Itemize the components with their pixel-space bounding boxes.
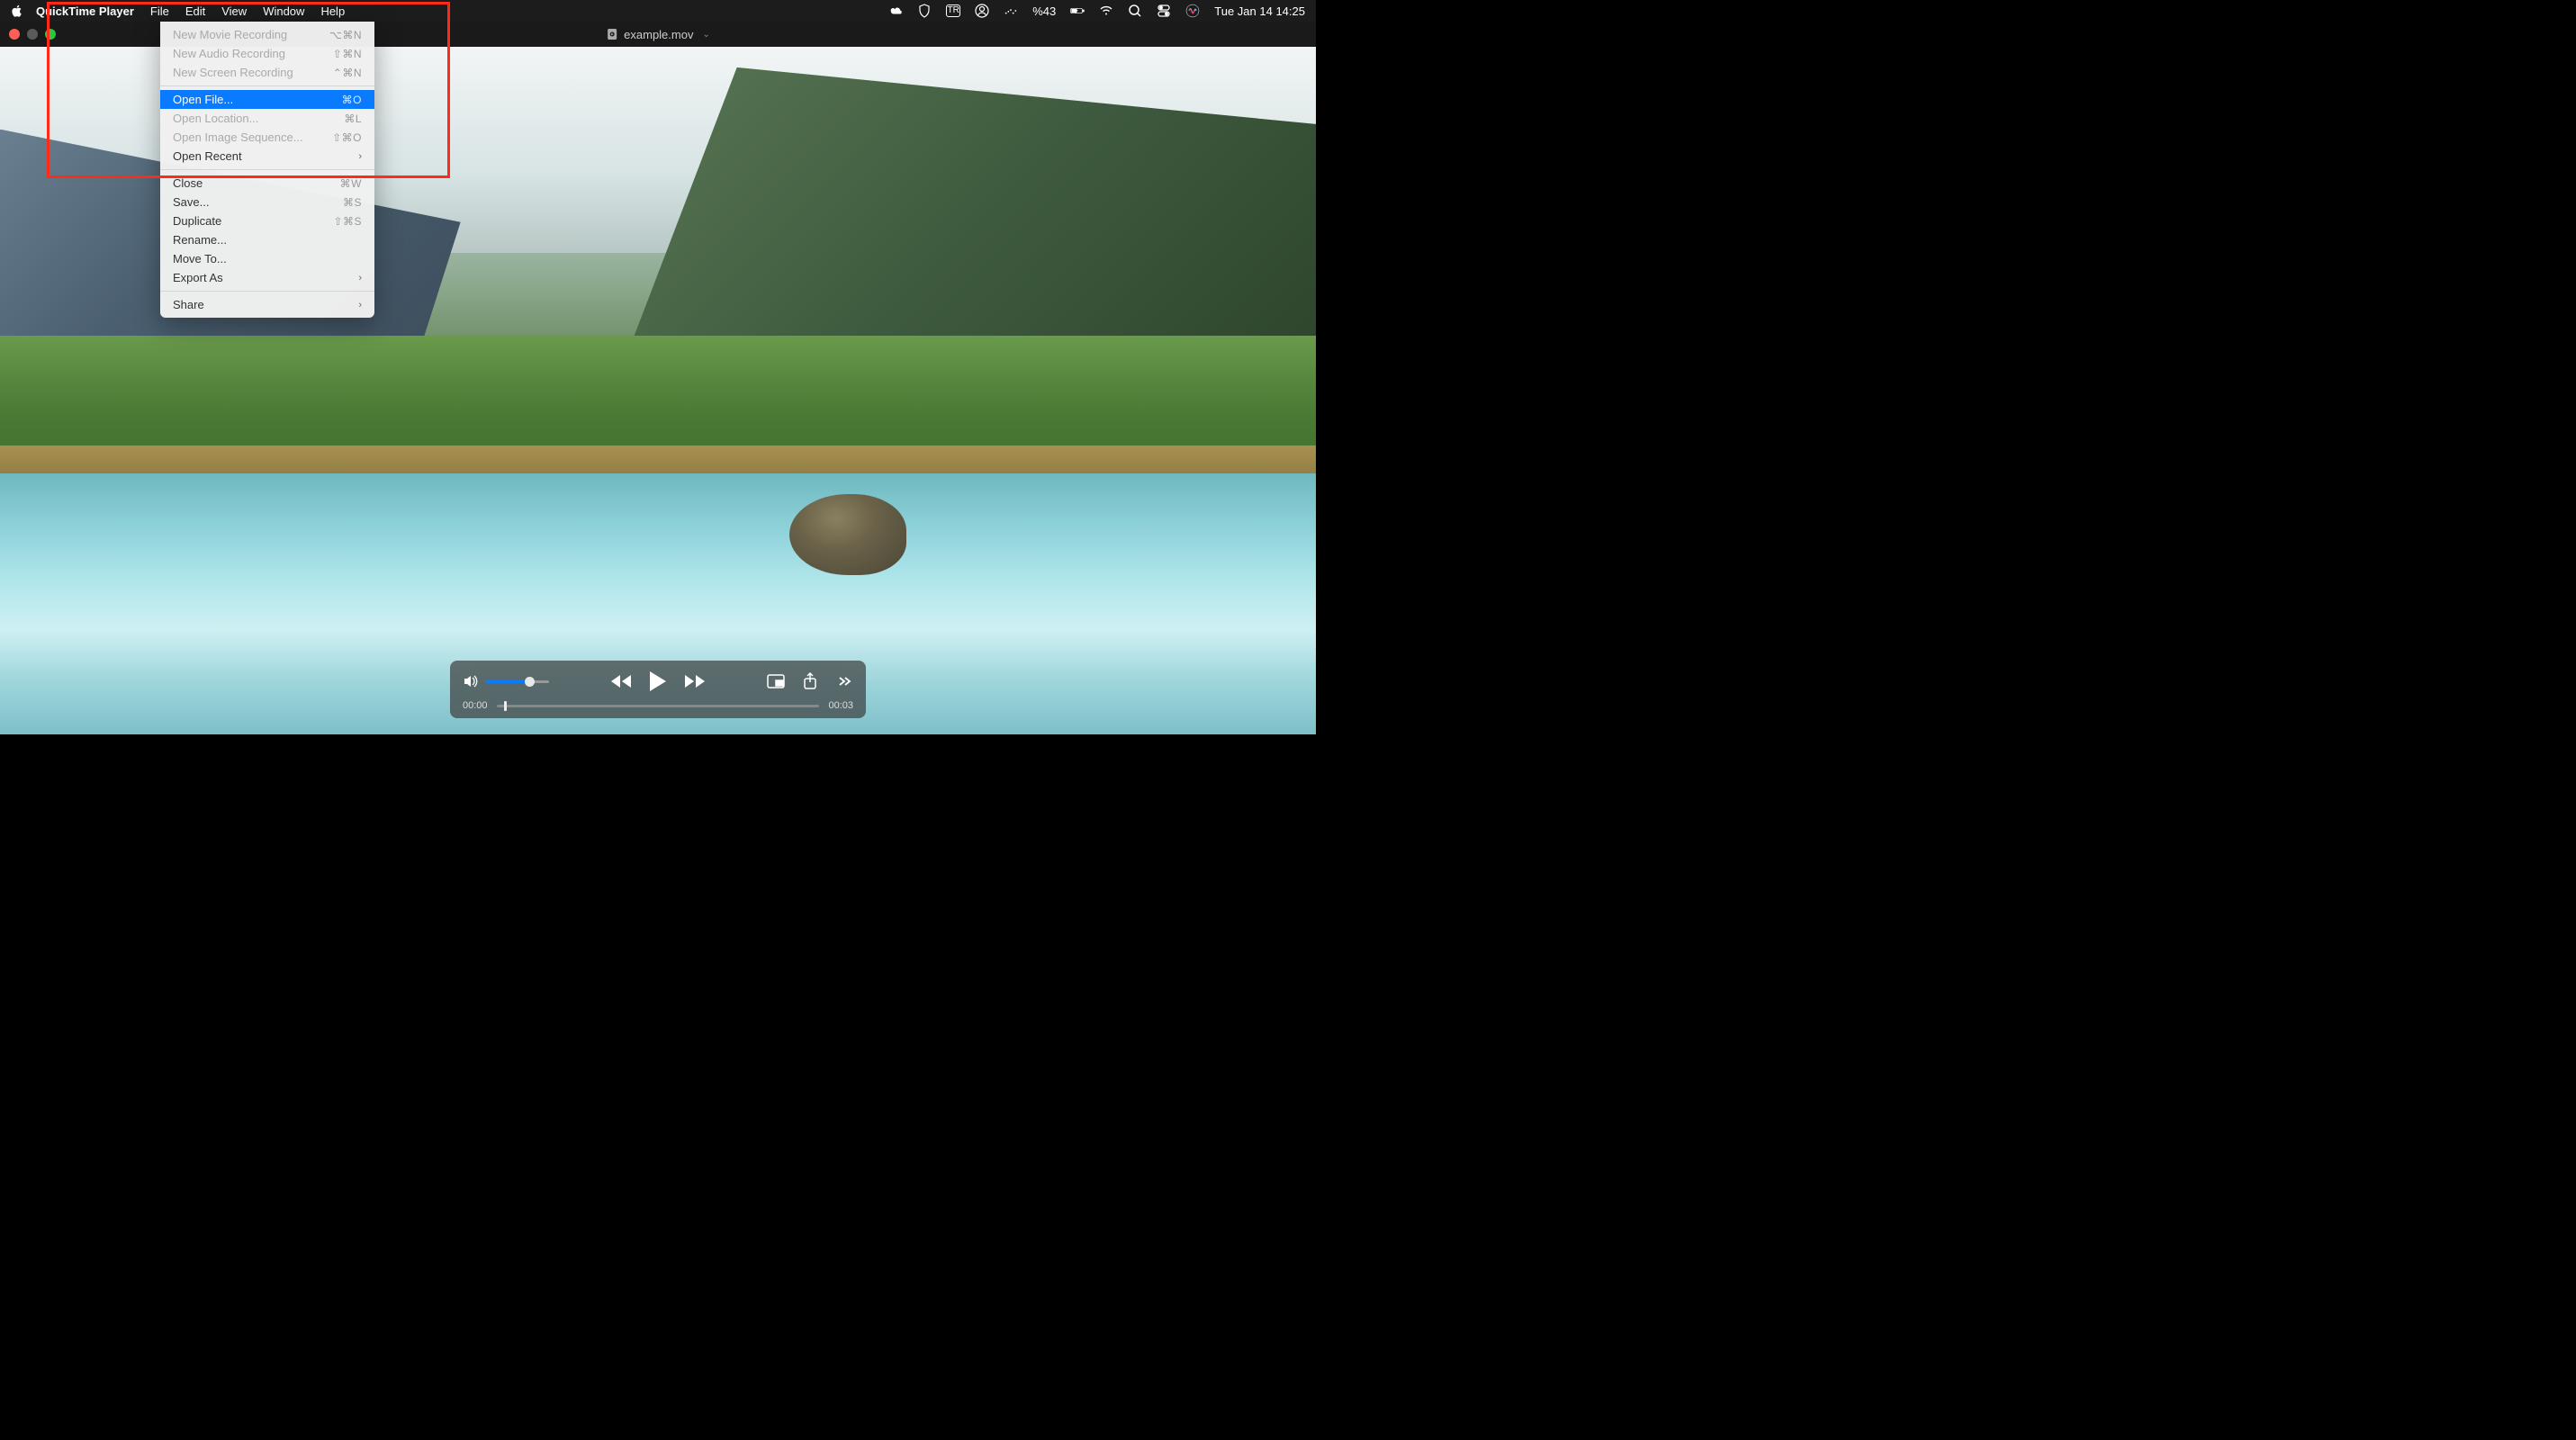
volume-icon[interactable]	[463, 674, 479, 688]
search-icon[interactable]	[1128, 4, 1142, 18]
more-button[interactable]	[835, 675, 853, 688]
menu-item-label: Rename...	[173, 233, 227, 247]
siri-icon[interactable]	[1185, 4, 1200, 18]
timeline-row: 00:00 00:03	[463, 700, 853, 711]
playback-controls: 00:00 00:03	[450, 661, 866, 718]
chevron-right-icon: ›	[358, 151, 362, 162]
menu-item-shortcut: ⌘S	[343, 196, 362, 209]
chevron-right-icon: ›	[358, 300, 362, 310]
menu-item-shortcut: ⌘W	[340, 177, 362, 190]
shield-icon[interactable]	[917, 4, 932, 18]
menu-item-save[interactable]: Save... ⌘S	[160, 193, 374, 212]
menu-item-label: Open Recent	[173, 149, 242, 163]
menu-item-label: Share	[173, 298, 204, 311]
menu-item-new-screen-recording[interactable]: New Screen Recording ⌃⌘N	[160, 63, 374, 82]
control-center-icon[interactable]	[1157, 4, 1171, 18]
menu-item-open-recent[interactable]: Open Recent ›	[160, 147, 374, 166]
menu-item-shortcut: ⌃⌘N	[333, 67, 362, 79]
play-button[interactable]	[647, 670, 669, 693]
menu-item-shortcut: ⌘O	[342, 94, 362, 106]
menu-item-label: Save...	[173, 195, 209, 209]
display-icon[interactable]	[1004, 4, 1018, 18]
cloud-icon[interactable]	[888, 4, 903, 18]
traffic-lights	[9, 29, 56, 40]
user-icon[interactable]	[975, 4, 989, 18]
menu-item-shortcut: ⌥⌘N	[329, 29, 362, 41]
menu-window[interactable]: Window	[263, 4, 304, 18]
menu-item-shortcut: ⌘L	[344, 112, 362, 125]
datetime[interactable]: Tue Jan 14 14:25	[1214, 4, 1305, 18]
title-filename-group[interactable]: example.mov ⌄	[606, 28, 710, 41]
menu-item-new-movie-recording[interactable]: New Movie Recording ⌥⌘N	[160, 25, 374, 44]
volume-group	[463, 674, 549, 688]
menu-item-label: Export As	[173, 271, 223, 284]
timeline-scrubber[interactable]	[497, 705, 820, 707]
secondary-controls	[767, 672, 853, 690]
transport-controls	[609, 670, 707, 693]
chevron-right-icon: ›	[358, 273, 362, 284]
apple-logo-icon[interactable]	[11, 4, 23, 17]
filename-label: example.mov	[624, 28, 693, 41]
duration-label: 00:03	[828, 700, 853, 711]
menu-item-label: Open Image Sequence...	[173, 130, 303, 144]
input-source-icon[interactable]: TR	[946, 4, 960, 17]
pip-button[interactable]	[767, 674, 785, 688]
rewind-button[interactable]	[609, 673, 633, 689]
menu-item-open-file[interactable]: Open File... ⌘O	[160, 90, 374, 109]
menu-item-shortcut: ⇧⌘N	[333, 48, 362, 60]
menu-item-label: Duplicate	[173, 214, 221, 228]
file-dropdown-menu: New Movie Recording ⌥⌘N New Audio Recordin…	[160, 22, 374, 318]
zoom-window-button[interactable]	[45, 29, 56, 40]
menu-view[interactable]: View	[221, 4, 247, 18]
menu-item-rename[interactable]: Rename...	[160, 230, 374, 249]
fast-forward-button[interactable]	[683, 673, 707, 689]
menu-item-share[interactable]: Share ›	[160, 295, 374, 314]
document-icon	[606, 28, 618, 40]
menu-edit[interactable]: Edit	[185, 4, 205, 18]
menu-item-label: Open Location...	[173, 112, 258, 125]
menu-file[interactable]: File	[150, 4, 169, 18]
menu-item-open-location[interactable]: Open Location... ⌘L	[160, 109, 374, 128]
menu-item-new-audio-recording[interactable]: New Audio Recording ⇧⌘N	[160, 44, 374, 63]
menu-item-open-image-sequence[interactable]: Open Image Sequence... ⇧⌘O	[160, 128, 374, 147]
menu-separator	[160, 169, 374, 170]
battery-percent[interactable]: %43	[1032, 4, 1056, 18]
share-button[interactable]	[803, 672, 817, 690]
wifi-icon[interactable]	[1099, 4, 1113, 18]
volume-slider[interactable]	[486, 680, 549, 683]
app-name[interactable]: QuickTime Player	[36, 4, 134, 18]
menubar: QuickTime Player File Edit View Window H…	[0, 0, 1316, 22]
menu-item-shortcut: ⇧⌘S	[333, 215, 362, 228]
menu-help[interactable]: Help	[320, 4, 345, 18]
menu-item-move-to[interactable]: Move To...	[160, 249, 374, 268]
video-rock-region	[789, 494, 906, 575]
menu-item-label: Open File...	[173, 93, 233, 106]
close-window-button[interactable]	[9, 29, 20, 40]
menu-item-export-as[interactable]: Export As ›	[160, 268, 374, 287]
menu-separator	[160, 291, 374, 292]
menu-item-label: Close	[173, 176, 203, 190]
filename-chevron-icon: ⌄	[702, 30, 709, 40]
menu-item-label: Move To...	[173, 252, 227, 266]
current-time-label: 00:00	[463, 700, 488, 711]
menu-item-label: New Movie Recording	[173, 28, 287, 41]
menu-item-duplicate[interactable]: Duplicate ⇧⌘S	[160, 212, 374, 230]
menu-item-shortcut: ⇧⌘O	[332, 131, 362, 144]
menu-item-label: New Audio Recording	[173, 47, 285, 60]
menu-item-label: New Screen Recording	[173, 66, 293, 79]
menu-item-close[interactable]: Close ⌘W	[160, 174, 374, 193]
battery-icon[interactable]	[1070, 4, 1085, 18]
menubar-status-area: TR %43 Tue Jan 14 14:25	[888, 4, 1305, 18]
minimize-window-button[interactable]	[27, 29, 38, 40]
